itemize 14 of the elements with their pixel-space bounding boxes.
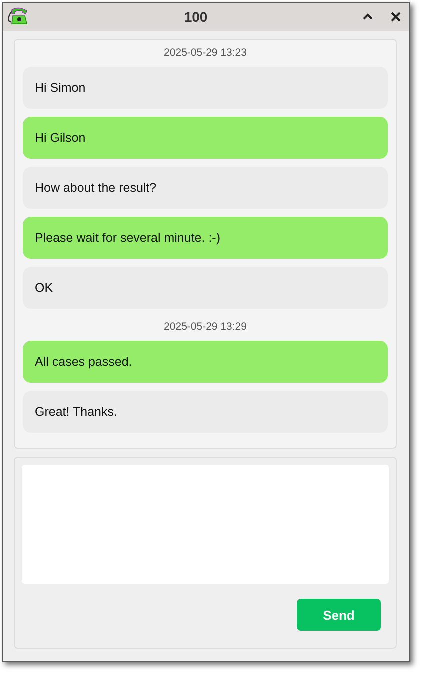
send-button[interactable]: Send xyxy=(297,599,381,631)
sent-message: Please wait for several minute. :-) xyxy=(23,217,388,259)
close-icon[interactable] xyxy=(391,12,401,22)
window-title: 100 xyxy=(183,9,209,25)
sent-message: All cases passed. xyxy=(23,341,388,383)
received-message: OK xyxy=(23,267,388,309)
sent-message: Hi Gilson xyxy=(23,117,388,159)
timestamp: 2025-05-29 13:29 xyxy=(164,320,247,335)
received-message: Hi Simon xyxy=(23,67,388,109)
phone-icon xyxy=(7,7,29,27)
timestamp: 2025-05-29 13:23 xyxy=(164,46,247,61)
received-message: Great! Thanks. xyxy=(23,391,388,433)
received-message: How about the result? xyxy=(23,167,388,209)
collapse-icon[interactable] xyxy=(363,13,373,21)
